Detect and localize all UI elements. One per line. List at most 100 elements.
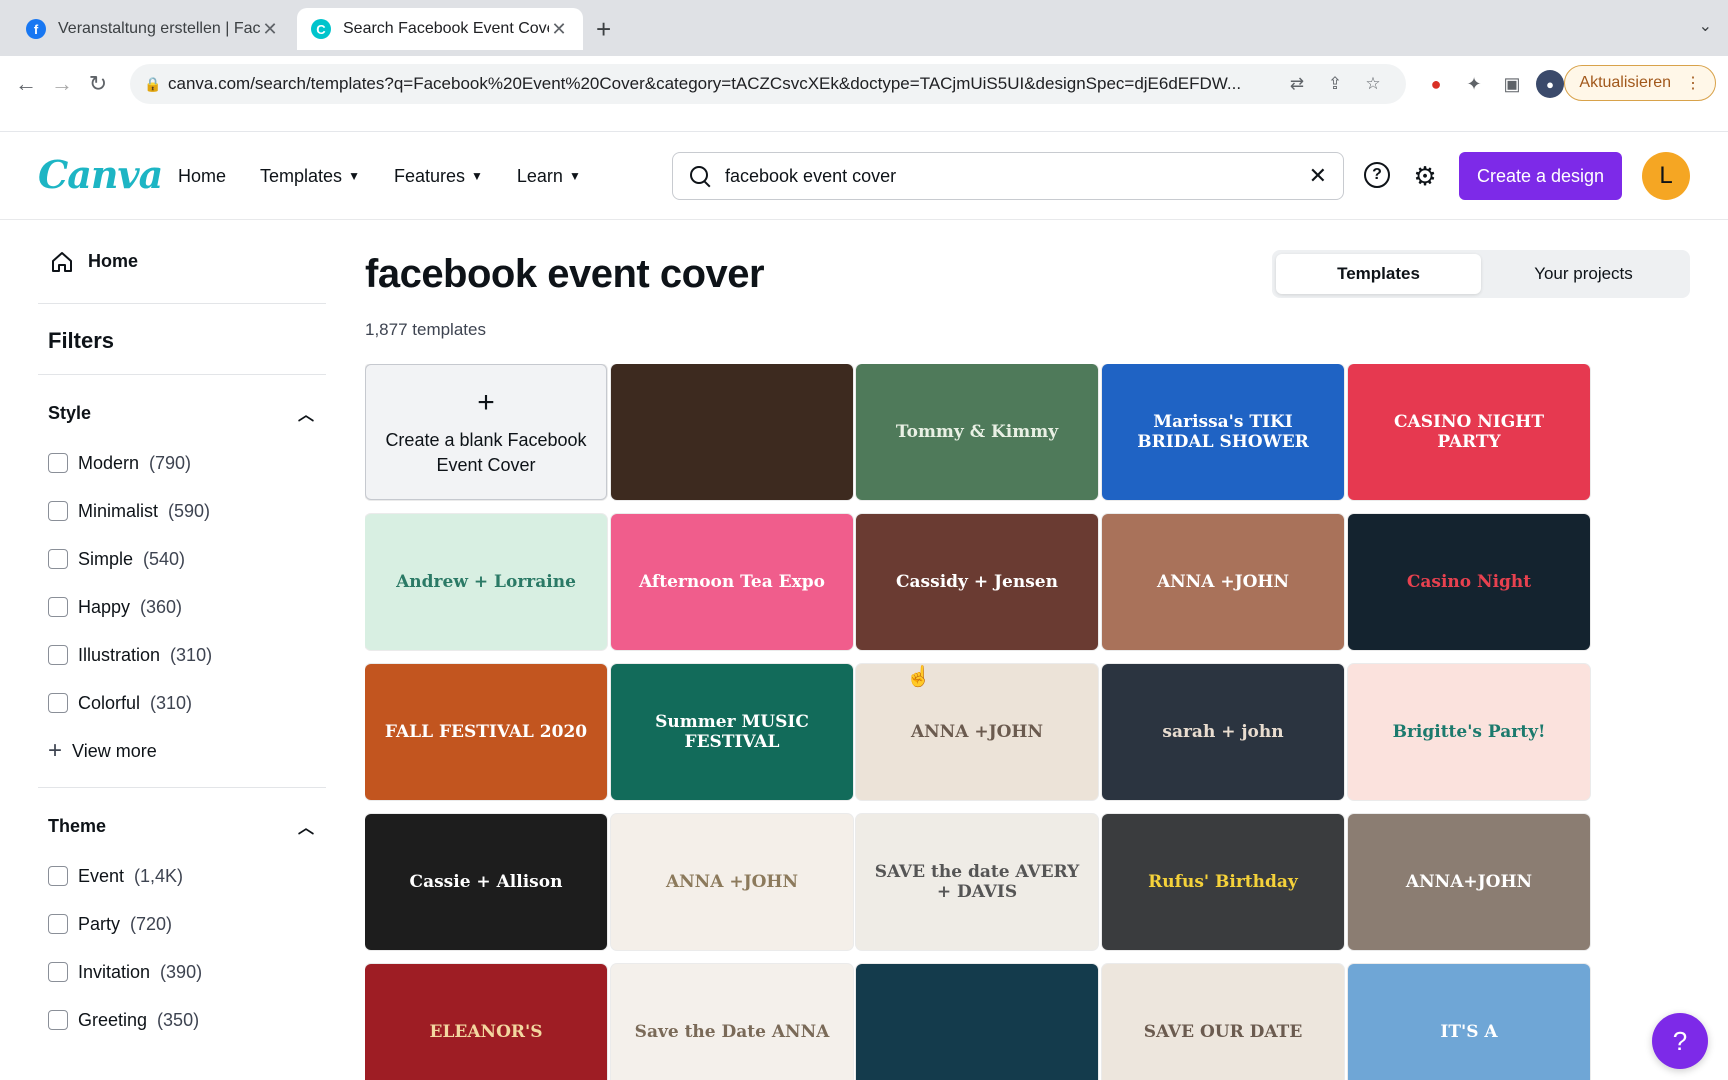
template-card[interactable]: Andrew + Lorraine [365, 514, 607, 650]
template-card[interactable]: CASINO NIGHT PARTY [1348, 364, 1590, 500]
template-card[interactable]: sarah + john [1102, 664, 1344, 800]
style-option[interactable]: Modern (790) [38, 439, 326, 487]
option-label: Minimalist [78, 500, 159, 521]
create-blank-card[interactable]: + Create a blank Facebook Event Cover [365, 364, 607, 500]
template-card[interactable]: Rufus' Birthday [1102, 814, 1344, 950]
theme-option[interactable]: Event (1,4K) [38, 852, 326, 900]
template-card[interactable] [611, 364, 853, 500]
help-float-button[interactable]: ? [1652, 1013, 1708, 1069]
checkbox[interactable] [48, 453, 68, 473]
template-card[interactable]: Cassidy + Jensen [856, 514, 1098, 650]
template-card[interactable]: Casino Night [1348, 514, 1590, 650]
tab-templates[interactable]: Templates [1276, 254, 1481, 294]
forward-icon[interactable]: → [44, 66, 80, 102]
theme-option[interactable]: Invitation (390) [38, 948, 326, 996]
template-card[interactable]: Cassie + Allison [365, 814, 607, 950]
checkbox[interactable] [48, 501, 68, 521]
tab-your-projects[interactable]: Your projects [1481, 254, 1686, 294]
theme-group-header[interactable]: Theme ︿ [38, 788, 326, 852]
template-card[interactable]: FALL FESTIVAL 2020 [365, 664, 607, 800]
template-title: Casino Night [1406, 571, 1532, 592]
template-card[interactable]: Afternoon Tea Expo [611, 514, 853, 650]
share-icon[interactable]: ⇪ [1316, 74, 1354, 94]
checkbox[interactable] [48, 866, 68, 886]
template-card[interactable]: SAVE the date AVERY + DAVIS [856, 814, 1098, 950]
clear-search-icon[interactable]: ✕ [1309, 163, 1327, 189]
template-card[interactable]: ANNA +JOHN [611, 814, 853, 950]
view-more-button[interactable]: + View more [38, 727, 326, 775]
template-card[interactable]: Marissa's TIKI BRIDAL SHOWER [1102, 364, 1344, 500]
reload-icon[interactable]: ↻ [80, 66, 116, 102]
checkbox[interactable] [48, 693, 68, 713]
help-icon[interactable]: ? [1364, 162, 1390, 188]
nav-features[interactable]: Features ▼ [394, 166, 483, 187]
template-card[interactable] [856, 964, 1098, 1080]
tab-search-chevron-icon[interactable]: ⌄ [1699, 16, 1712, 36]
checkbox[interactable] [48, 914, 68, 934]
plus-icon: + [477, 385, 495, 419]
main-nav: Home Templates ▼ Features ▼ Learn ▼ [178, 132, 581, 220]
avatar[interactable]: L [1642, 152, 1690, 200]
option-count: (720) [130, 913, 173, 934]
search-input[interactable] [725, 165, 1295, 187]
nav-learn[interactable]: Learn ▼ [517, 166, 581, 187]
new-tab-icon[interactable]: + [596, 14, 611, 45]
style-option[interactable]: Happy (360) [38, 583, 326, 631]
address-bar[interactable]: 🔒 canva.com/search/templates?q=Facebook%… [130, 64, 1406, 104]
nav-templates[interactable]: Templates ▼ [260, 166, 360, 187]
template-title: ANNA +JOHN [910, 721, 1044, 742]
mouse-cursor-icon: ☝ [906, 666, 931, 688]
option-count: (310) [150, 692, 193, 713]
nav-home[interactable]: Home [178, 166, 226, 187]
style-option[interactable]: Colorful (310) [38, 679, 326, 727]
checkbox[interactable] [48, 1010, 68, 1030]
bookmark-star-icon[interactable]: ☆ [1354, 74, 1392, 94]
template-card[interactable]: Summer MUSIC FESTIVAL [611, 664, 853, 800]
checkbox[interactable] [48, 962, 68, 982]
gear-icon[interactable]: ⚙ [1411, 161, 1439, 191]
extension-icon[interactable]: ● [1422, 70, 1450, 98]
profile-avatar-icon[interactable]: ● [1536, 70, 1564, 98]
template-card[interactable]: ANNA+JOHN [1348, 814, 1590, 950]
chevron-down-icon: ▼ [348, 169, 360, 183]
template-card[interactable]: SAVE OUR DATE [1102, 964, 1344, 1080]
checkbox[interactable] [48, 597, 68, 617]
translate-icon[interactable]: ⇄ [1278, 74, 1316, 94]
update-button[interactable]: Aktualisieren ⋮ [1564, 65, 1716, 101]
close-tab-icon[interactable]: ✕ [549, 19, 569, 40]
more-vert-icon: ⋮ [1685, 75, 1701, 92]
theme-option[interactable]: Greeting (350) [38, 996, 326, 1044]
update-label: Aktualisieren [1579, 74, 1671, 91]
browser-tab-canva[interactable]: C Search Facebook Event Cover ✕ [297, 8, 583, 50]
template-card[interactable]: ANNA +JOHN [1102, 514, 1344, 650]
theme-title: Theme [48, 815, 107, 836]
sidebar-home[interactable]: Home [38, 220, 326, 304]
browser-tab-facebook[interactable]: f Veranstaltung erstellen | Faceb ✕ [12, 8, 294, 50]
nav-label: Home [178, 165, 227, 186]
style-group-header[interactable]: Style ︿ [38, 375, 326, 439]
template-card[interactable]: ELEANOR'S [365, 964, 607, 1080]
checkbox[interactable] [48, 549, 68, 569]
side-panel-icon[interactable]: ▣ [1498, 70, 1526, 98]
view-more-label: View more [72, 740, 157, 761]
option-label: Illustration [78, 644, 161, 665]
template-card[interactable]: IT'S A [1348, 964, 1590, 1080]
back-icon[interactable]: ← [8, 66, 44, 102]
url-text[interactable]: canva.com/search/templates?q=Facebook%20… [168, 74, 1278, 94]
close-tab-icon[interactable]: ✕ [260, 19, 280, 40]
style-option[interactable]: Simple (540) [38, 535, 326, 583]
template-card[interactable]: Save the Date ANNA [611, 964, 853, 1080]
style-option[interactable]: Illustration (310) [38, 631, 326, 679]
puzzle-icon[interactable]: ✦ [1460, 70, 1488, 98]
template-card[interactable]: Tommy & Kimmy [856, 364, 1098, 500]
template-card[interactable]: ANNA +JOHN [856, 664, 1098, 800]
template-card[interactable]: Brigitte's Party! [1348, 664, 1590, 800]
nav-label: Templates [260, 165, 343, 186]
canva-logo[interactable]: Canva [38, 152, 163, 197]
theme-option[interactable]: Party (720) [38, 900, 326, 948]
style-option[interactable]: Minimalist (590) [38, 487, 326, 535]
facebook-icon: f [26, 19, 46, 39]
checkbox[interactable] [48, 645, 68, 665]
chevron-down-icon: ▼ [568, 169, 581, 183]
create-design-button[interactable]: Create a design [1459, 152, 1622, 200]
